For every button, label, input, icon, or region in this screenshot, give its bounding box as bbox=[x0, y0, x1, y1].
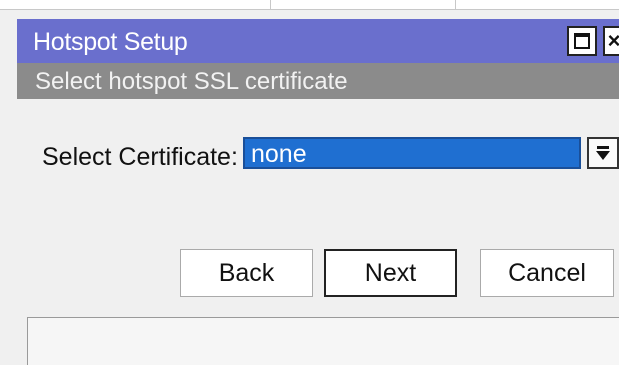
status-bar bbox=[27, 317, 619, 365]
certificate-dropdown-button[interactable] bbox=[587, 137, 619, 169]
section-heading: Select hotspot SSL certificate bbox=[35, 68, 348, 95]
section-header: Select hotspot SSL certificate bbox=[17, 63, 619, 99]
back-button[interactable]: Back bbox=[180, 249, 313, 297]
certificate-label: Select Certificate: bbox=[42, 143, 238, 171]
maximize-icon bbox=[574, 33, 590, 49]
dropdown-arrow-icon bbox=[596, 151, 610, 160]
dialog-body: Select Certificate: none Back Next Cance… bbox=[17, 99, 619, 365]
window-titlebar[interactable]: Hotspot Setup × bbox=[17, 19, 619, 63]
column-separator bbox=[270, 0, 271, 9]
background-window-strip bbox=[0, 0, 619, 10]
column-separator bbox=[455, 0, 456, 9]
certificate-select-value: none bbox=[251, 140, 307, 168]
window-title: Hotspot Setup bbox=[33, 28, 188, 56]
cancel-button[interactable]: Cancel bbox=[480, 249, 614, 297]
close-icon: × bbox=[607, 28, 619, 53]
certificate-select[interactable]: none bbox=[243, 137, 581, 169]
next-button[interactable]: Next bbox=[324, 249, 457, 297]
dropdown-arrow-icon bbox=[597, 146, 609, 149]
close-button[interactable]: × bbox=[603, 26, 619, 56]
maximize-button[interactable] bbox=[567, 26, 597, 56]
